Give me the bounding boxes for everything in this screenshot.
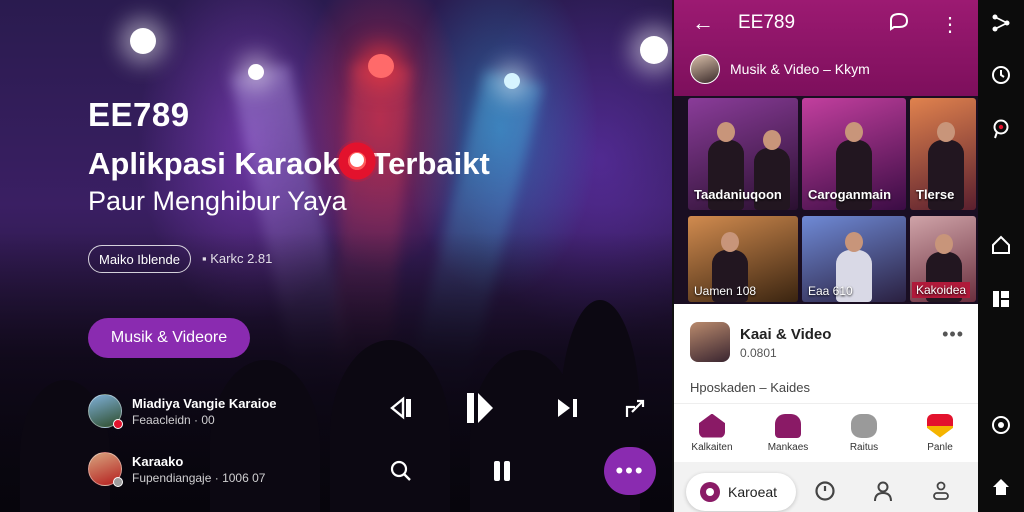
skip-next-icon[interactable] xyxy=(554,394,582,422)
stage-light xyxy=(368,54,394,78)
search-icon[interactable] xyxy=(388,458,414,484)
video-tile[interactable]: Kakoidea xyxy=(910,216,976,302)
channel-header[interactable]: Musik & Video – Kkym xyxy=(690,54,870,84)
avatar xyxy=(88,394,123,429)
category-item[interactable]: Mankaes xyxy=(753,413,823,453)
hero-subtitle: Paur Menghibur Yaya xyxy=(88,186,347,216)
mascot-category-icon xyxy=(775,413,801,438)
hero-banner: EE789 Aplikpasi Karaok Terbaikt Paur Meng… xyxy=(0,0,672,512)
home-nav-icon[interactable] xyxy=(990,476,1012,498)
library-icon[interactable] xyxy=(990,288,1012,310)
app-panel: ← EE789 ⋮ Musik & Video – Kkym Taadaniuq… xyxy=(672,0,978,512)
back-arrow-icon[interactable]: ← xyxy=(692,10,714,36)
karaoke-mic-logo-icon xyxy=(335,139,378,182)
video-tile[interactable]: Eaa 610 xyxy=(802,216,906,302)
avatar xyxy=(88,452,123,487)
category-item[interactable]: Kalkaiten xyxy=(677,413,747,453)
tag-meta: ▪ Karkc 2.81 xyxy=(202,251,272,266)
card-description: Hposkaden – Kaides xyxy=(690,380,810,395)
share-nodes-icon[interactable] xyxy=(990,12,1012,34)
more-horizontal-icon[interactable]: ••• xyxy=(604,447,656,495)
video-tile[interactable]: Taadaniuqoon xyxy=(688,98,798,210)
timer-icon[interactable] xyxy=(990,64,1012,86)
play-pause-icon[interactable] xyxy=(464,390,496,426)
nav-active-label: Karoeat xyxy=(728,484,778,500)
bottom-nav: Karoeat xyxy=(674,462,978,512)
tile-caption: Caroganmain xyxy=(808,187,892,202)
tag-meta-text: Karkc 2.81 xyxy=(210,251,273,266)
more-vertical-icon[interactable]: ⋮ xyxy=(940,12,960,37)
track-item[interactable]: Karaako Fupendiangaje · 1006 07 xyxy=(88,452,266,487)
share-icon[interactable] xyxy=(622,396,648,422)
record-icon[interactable] xyxy=(990,414,1012,436)
tile-caption: Taadaniuqoon xyxy=(694,187,782,202)
headline-left: Aplikpasi Karaok xyxy=(88,146,340,181)
profile-icon[interactable] xyxy=(872,480,894,502)
app-title: EE789 xyxy=(738,12,796,33)
channel-subtitle: Musik & Video – Kkym xyxy=(730,61,870,77)
rewind-icon[interactable] xyxy=(388,394,416,422)
chat-icon[interactable] xyxy=(888,12,910,37)
pause-icon[interactable] xyxy=(490,458,514,484)
video-tile[interactable]: Tlerse xyxy=(910,98,976,210)
stage-light xyxy=(248,64,264,80)
video-tile[interactable]: Uamen 108 xyxy=(688,216,798,302)
hero-headline: Aplikpasi Karaok Terbaikt xyxy=(88,139,490,182)
tile-caption: Eaa 610 xyxy=(808,284,853,298)
card-title: Kaai & Video xyxy=(740,326,832,343)
tile-caption: Uamen 108 xyxy=(694,284,757,298)
track-title: Karaako xyxy=(132,453,184,469)
category-label: Kalkaiten xyxy=(691,441,733,453)
genre-tag[interactable]: Maiko Iblende xyxy=(88,245,191,273)
category-item[interactable]: Panle xyxy=(905,413,975,453)
clock-icon[interactable] xyxy=(814,480,836,502)
track-title: Miadiya Vangie Karaioe xyxy=(132,395,277,411)
live-badge-icon xyxy=(113,419,123,429)
video-tile[interactable]: Caroganmain xyxy=(802,98,906,210)
home-category-icon xyxy=(699,413,725,438)
track-item[interactable]: Miadiya Vangie Karaioe Feaacleidn · 00 xyxy=(88,394,277,429)
app-bar: ← EE789 ⋮ Musik & Video – Kkym xyxy=(674,0,978,96)
avatar xyxy=(690,322,730,362)
status-badge-icon xyxy=(113,477,123,487)
karaoke-icon xyxy=(700,482,720,502)
location-icon[interactable] xyxy=(990,118,1012,140)
stage-light xyxy=(504,73,520,89)
badge-category-icon xyxy=(851,413,877,438)
card-subtitle: 0.0801 xyxy=(740,346,777,360)
home-icon[interactable] xyxy=(990,234,1012,256)
stage-light xyxy=(130,28,156,54)
category-label: Panle xyxy=(927,441,953,453)
music-video-button[interactable]: Musik & Videore xyxy=(88,318,250,358)
nav-karaoke-tab[interactable]: Karoeat xyxy=(686,473,796,511)
dot-icon: ▪ xyxy=(202,251,211,266)
category-bar: Kalkaiten Mankaes Raitus Panle xyxy=(674,404,978,462)
avatar xyxy=(690,54,720,84)
category-label: Mankaes xyxy=(767,441,809,453)
track-meta: Fupendiangaje · 1006 07 xyxy=(132,470,266,485)
account-icon[interactable] xyxy=(930,480,952,502)
stage-light xyxy=(640,36,668,64)
more-horizontal-icon[interactable]: ••• xyxy=(942,324,964,345)
tile-caption: Tlerse xyxy=(916,187,955,202)
brand-title: EE789 xyxy=(88,96,190,133)
system-rail xyxy=(978,0,1024,512)
category-label: Raitus xyxy=(849,441,879,453)
headline-right: Terbaikt xyxy=(371,146,490,181)
shield-category-icon xyxy=(927,413,953,438)
video-card[interactable]: Kaai & Video 0.0801 ••• Hposkaden – Kaid… xyxy=(674,306,978,404)
video-grid: Taadaniuqoon Caroganmain Tlerse Uamen 10… xyxy=(674,96,978,304)
category-item[interactable]: Raitus xyxy=(829,413,899,453)
tile-caption: Kakoidea xyxy=(912,282,971,298)
track-meta: Feaacleidn · 00 xyxy=(132,412,215,427)
